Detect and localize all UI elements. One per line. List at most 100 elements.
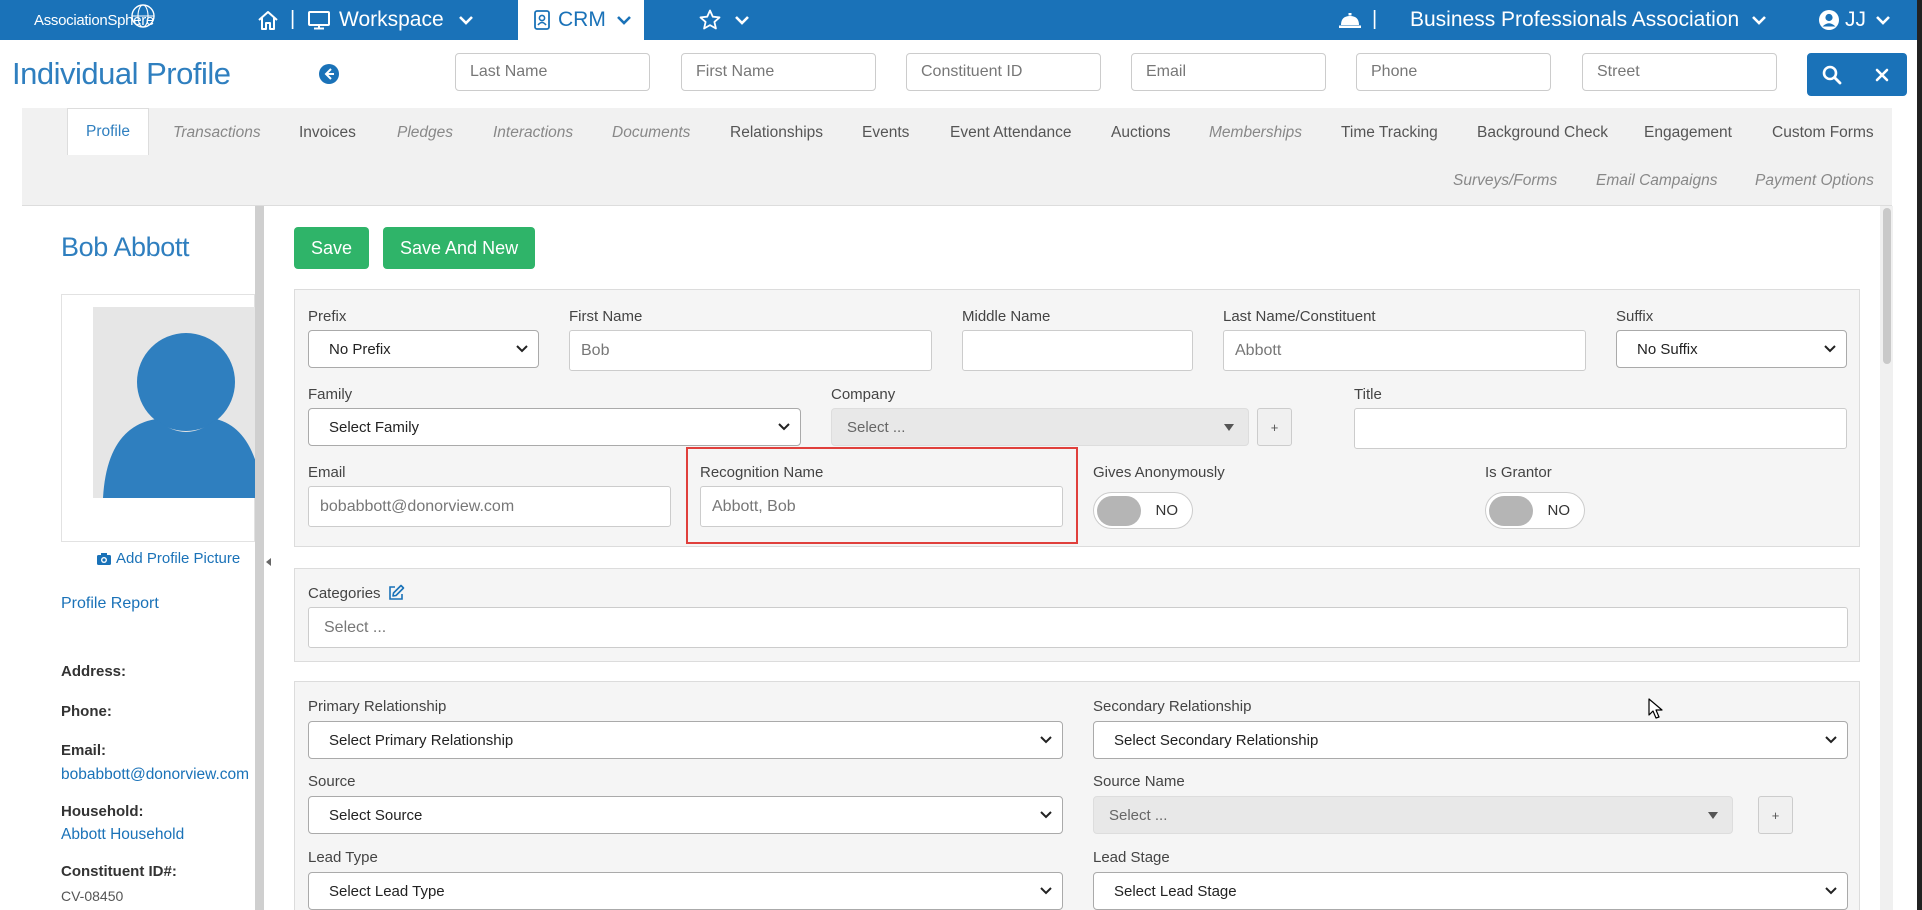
save-and-new-button[interactable]: Save And New <box>383 227 536 269</box>
constituent-id-value: CV-08450 <box>61 888 124 904</box>
phone-label: Phone: <box>61 703 112 720</box>
chevron-down-icon <box>778 423 790 431</box>
back-button[interactable] <box>318 63 340 85</box>
categories-label-row: Categories <box>308 584 405 602</box>
organization-menu[interactable]: Business Professionals Association <box>1410 0 1767 40</box>
family-label: Family <box>308 386 353 403</box>
street-search-input[interactable] <box>1582 53 1777 91</box>
company-value: Select ... <box>847 418 906 436</box>
tab-time-tracking[interactable]: Time Tracking <box>1341 124 1438 142</box>
source-name-value: Select ... <box>1109 806 1168 824</box>
tab-transactions[interactable]: Transactions <box>173 124 261 142</box>
search-button[interactable] <box>1807 53 1857 96</box>
chevron-down-icon <box>1824 345 1836 353</box>
window-border <box>1917 0 1922 910</box>
favorites-menu[interactable] <box>698 0 750 40</box>
prefix-value: No Prefix <box>329 340 391 358</box>
secondary-relationship-select[interactable]: Select Secondary Relationship <box>1093 721 1848 759</box>
prefix-select[interactable]: No Prefix <box>308 330 539 368</box>
service-bell-icon <box>1339 13 1361 28</box>
chevron-down-icon <box>1040 887 1052 895</box>
notifications-button[interactable] <box>1338 0 1362 40</box>
clear-search-button[interactable] <box>1857 53 1907 96</box>
chevron-down-icon <box>516 345 528 353</box>
add-profile-picture-link[interactable]: Add Profile Picture <box>96 550 240 567</box>
user-menu[interactable]: JJ <box>1818 0 1891 40</box>
avatar-box <box>61 294 256 542</box>
lead-stage-select[interactable]: Select Lead Stage <box>1093 872 1848 910</box>
crm-menu[interactable]: CRM <box>518 0 644 40</box>
email-search-input[interactable] <box>1131 53 1326 91</box>
categories-select[interactable]: Select ... <box>308 607 1848 648</box>
workspace-menu[interactable]: Workspace <box>307 0 474 40</box>
tab-pledges[interactable]: Pledges <box>397 124 453 142</box>
profile-summary-panel: Bob Abbott Add Profile Picture Profile R… <box>22 206 256 910</box>
toggle-knob <box>1489 496 1533 526</box>
tab-profile[interactable]: Profile <box>67 108 149 155</box>
collapse-panel-icon[interactable] <box>266 558 271 566</box>
suffix-label: Suffix <box>1616 308 1654 325</box>
lead-type-label: Lead Type <box>308 849 378 866</box>
panel-divider[interactable] <box>255 206 264 910</box>
profile-tabs: Profile Transactions Invoices Pledges In… <box>22 108 1892 206</box>
workspace-label: Workspace <box>339 8 444 31</box>
add-source-name-button[interactable]: + <box>1758 796 1793 834</box>
caret-down-icon <box>1708 812 1718 819</box>
family-select[interactable]: Select Family <box>308 408 801 446</box>
tab-auctions[interactable]: Auctions <box>1111 124 1170 142</box>
tab-invoices[interactable]: Invoices <box>299 124 356 142</box>
last-name-input[interactable]: Abbott <box>1223 330 1586 371</box>
household-link[interactable]: Abbott Household <box>61 826 184 844</box>
gives-anonymously-toggle[interactable]: NO <box>1093 492 1193 529</box>
company-select[interactable]: Select ... <box>831 408 1249 446</box>
is-grantor-toggle[interactable]: NO <box>1485 492 1585 529</box>
constituent-id-search-input[interactable] <box>906 53 1101 91</box>
chevron-down-icon <box>616 16 631 25</box>
chevron-down-icon <box>1040 736 1052 744</box>
is-grantor-label: Is Grantor <box>1485 464 1552 481</box>
tab-surveys-forms[interactable]: Surveys/Forms <box>1453 172 1557 190</box>
tab-engagement[interactable]: Engagement <box>1644 124 1732 142</box>
top-nav-bar: AssociationSphere | Workspace CRM | Busi… <box>0 0 1922 40</box>
tab-event-attendance[interactable]: Event Attendance <box>950 124 1072 142</box>
tab-memberships[interactable]: Memberships <box>1209 124 1302 142</box>
first-name-input[interactable]: Bob <box>569 330 932 371</box>
email-input[interactable]: bobabbott@donorview.com <box>308 486 671 527</box>
suffix-select[interactable]: No Suffix <box>1616 330 1847 368</box>
tab-email-campaigns[interactable]: Email Campaigns <box>1596 172 1717 190</box>
edit-icon[interactable] <box>387 584 405 602</box>
tab-events[interactable]: Events <box>862 124 909 142</box>
tab-documents[interactable]: Documents <box>612 124 690 142</box>
middle-name-label: Middle Name <box>962 308 1051 325</box>
arrow-left-circle-icon <box>319 64 339 84</box>
save-button[interactable]: Save <box>294 227 370 269</box>
camera-icon <box>97 552 111 565</box>
tab-custom-forms[interactable]: Custom Forms <box>1772 124 1874 142</box>
add-company-button[interactable]: + <box>1257 408 1292 446</box>
app-logo[interactable]: AssociationSphere <box>30 4 158 36</box>
tab-payment-options[interactable]: Payment Options <box>1755 172 1874 190</box>
tab-background-check[interactable]: Background Check <box>1477 124 1608 142</box>
scrollbar-thumb[interactable] <box>1883 208 1891 364</box>
first-name-search-input[interactable] <box>681 53 876 91</box>
is-grantor-state: NO <box>1547 502 1571 519</box>
gives-anonymously-label: Gives Anonymously <box>1093 464 1225 481</box>
phone-search-input[interactable] <box>1356 53 1551 91</box>
tab-relationships[interactable]: Relationships <box>730 124 823 142</box>
source-name-select[interactable]: Select ... <box>1093 796 1733 834</box>
chevron-down-icon <box>458 16 473 25</box>
lead-type-select[interactable]: Select Lead Type <box>308 872 1063 910</box>
first-name-label: First Name <box>569 308 643 325</box>
last-name-search-input[interactable] <box>455 53 650 91</box>
primary-relationship-select[interactable]: Select Primary Relationship <box>308 721 1063 759</box>
constituent-id-label: Constituent ID#: <box>61 863 177 880</box>
tab-interactions[interactable]: Interactions <box>493 124 573 142</box>
source-select[interactable]: Select Source <box>308 796 1063 834</box>
main-scrollbar[interactable] <box>1880 206 1893 910</box>
constituent-name: Bob Abbott <box>61 232 190 262</box>
email-link[interactable]: bobabbott@donorview.com <box>61 766 249 784</box>
home-button[interactable] <box>256 0 280 40</box>
title-input[interactable] <box>1354 408 1847 449</box>
middle-name-input[interactable] <box>962 330 1193 371</box>
profile-report-link[interactable]: Profile Report <box>61 595 159 613</box>
